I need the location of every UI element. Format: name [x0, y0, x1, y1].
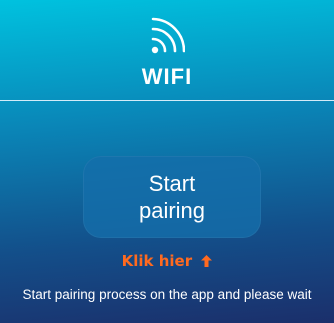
start-pairing-label: Start pairing: [138, 171, 206, 223]
klik-hier-label: Klik hier: [121, 252, 193, 270]
instruction-text: Start pairing process on the app and ple…: [22, 287, 312, 302]
page-title: WIFI: [141, 64, 193, 89]
header: WIFI: [0, 0, 334, 100]
arrow-up-icon: [201, 255, 213, 267]
start-pairing-button[interactable]: Start pairing: [83, 156, 261, 238]
wifi-pairing-screen: WIFI Start pairing Klik hier Start pairi…: [0, 0, 334, 323]
divider: [0, 100, 334, 101]
wifi-icon: [151, 17, 185, 54]
klik-hier-link[interactable]: Klik hier: [0, 252, 334, 270]
